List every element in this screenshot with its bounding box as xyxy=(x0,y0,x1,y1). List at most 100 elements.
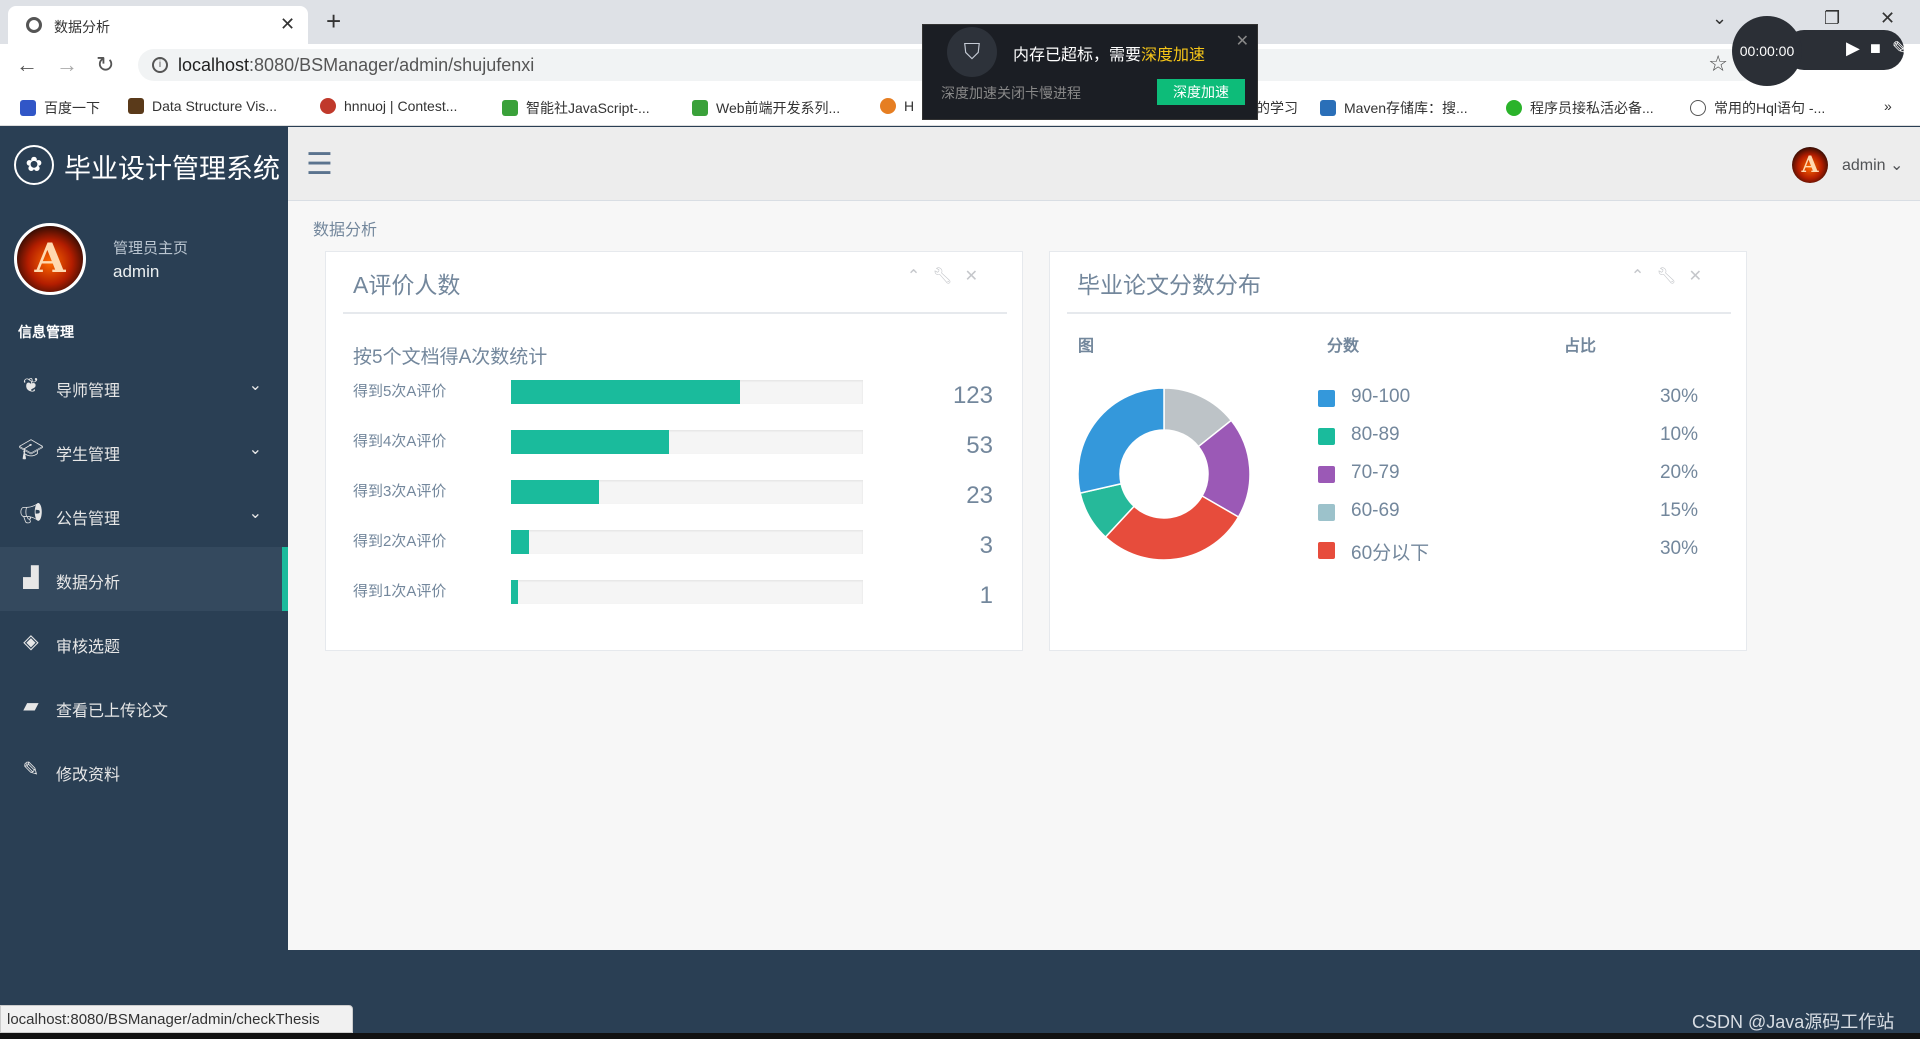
sidebar-item-announcement-management[interactable]: 📢︎ 公告管理 ⌄ xyxy=(0,483,288,547)
recorder-controls: ▶ ■ ✎ xyxy=(1784,30,1907,70)
legend-label: 60分以下 xyxy=(1351,543,1430,564)
legend-swatch xyxy=(1318,466,1335,483)
bookmark-favicon xyxy=(692,100,708,116)
watermark: CSDN @Java源码工作站 xyxy=(1692,1012,1895,1032)
legend-label: 80-89 xyxy=(1351,424,1400,445)
sidebar-item-view-theses[interactable]: ▰ 查看已上传论文 xyxy=(0,675,288,739)
score-distribution-panel: 毕业论文分数分布 ⌃🔧︎✕ 图 分数 占比 90-100 30% 80-89 10% 7… xyxy=(1049,251,1747,651)
close-icon[interactable]: ✕ xyxy=(1236,31,1249,51)
close-icon[interactable]: ✕ xyxy=(965,268,990,285)
bookmark-item[interactable]: 百度一下 xyxy=(20,98,100,118)
a-rating-panel: A评价人数 ⌃🔧︎✕ 按5个文档得A次数统计 得到5次A评价 123 得到4次A评价… xyxy=(325,251,1023,651)
legend-percent: 10% xyxy=(1659,424,1698,445)
bookmark-item[interactable]: Data Structure Vis... xyxy=(128,98,277,114)
bookmark-star-icon[interactable]: ☆ xyxy=(1708,51,1728,77)
chevron-down-icon: ⌄ xyxy=(248,377,262,394)
bar-label: 得到3次A评价 xyxy=(353,483,447,500)
more-bookmarks-icon[interactable]: » xyxy=(1884,98,1892,114)
collapse-icon[interactable]: ⌃ xyxy=(1631,268,1656,285)
url-text: localhost:8080/BSManager/admin/shujufenx… xyxy=(178,55,535,75)
bookmark-item[interactable]: Web前端开发系列... xyxy=(692,98,840,118)
wrench-icon[interactable]: 🔧︎ xyxy=(1656,268,1688,285)
side-menu: ❦ 导师管理 ⌄ 🎓︎ 学生管理 ⌄ 📢︎ 公告管理 ⌄ ▟ 数据分析 ◈ 审核… xyxy=(0,355,288,803)
bar-fill xyxy=(511,530,529,554)
bar-value: 123 xyxy=(952,382,993,409)
play-icon[interactable]: ▶ xyxy=(1846,38,1860,59)
bookmark-item[interactable]: Maven存储库：搜... xyxy=(1320,98,1468,118)
panel-tools: ⌃🔧︎✕ xyxy=(907,266,990,286)
sidebar-item-label: 查看已上传论文 xyxy=(56,703,169,720)
sidebar: ✿ 毕业设计管理系统 A 管理员主页 admin 信息管理 ❦ 导师管理 ⌄ 🎓… xyxy=(0,127,288,1039)
bar-value: 3 xyxy=(979,532,993,559)
brand[interactable]: ✿ 毕业设计管理系统 xyxy=(0,127,288,203)
profile: A 管理员主页 admin xyxy=(0,223,288,303)
bookmark-item[interactable]: 的学习 xyxy=(1256,98,1298,118)
bar-label: 得到5次A评价 xyxy=(353,383,447,400)
site-info-icon[interactable]: i xyxy=(152,57,168,73)
tab-title: 数据分析 xyxy=(54,19,110,35)
legend-label: 90-100 xyxy=(1351,386,1411,407)
bullhorn-icon: 📢︎ xyxy=(18,503,44,525)
main-content: 数据分析 A评价人数 ⌃🔧︎✕ 按5个文档得A次数统计 得到5次A评价 123 得到… xyxy=(288,201,1920,950)
forward-icon[interactable]: → xyxy=(56,52,78,78)
legend-label: 60-69 xyxy=(1351,500,1400,521)
menu-toggle-icon[interactable]: ☰ xyxy=(306,147,333,182)
bar-track xyxy=(511,530,863,554)
sidebar-item-label: 导师管理 xyxy=(56,383,121,400)
bar-track xyxy=(511,430,863,454)
sidebar-item-review-topics[interactable]: ◈ 审核选题 xyxy=(0,611,288,675)
tab-search-icon[interactable]: ⌄ xyxy=(1712,8,1727,29)
footer xyxy=(288,950,1920,1039)
legend-percent: 30% xyxy=(1659,538,1698,559)
bookmark-favicon xyxy=(502,100,518,116)
legend-swatch xyxy=(1318,428,1335,445)
bookmark-favicon xyxy=(128,98,144,114)
donut-slice xyxy=(1078,388,1165,495)
globe-icon xyxy=(26,17,42,33)
sidebar-item-edit-profile[interactable]: ✎ 修改资料 xyxy=(0,739,288,803)
sidebar-item-teacher-management[interactable]: ❦ 导师管理 ⌄ xyxy=(0,355,288,419)
recorder-timer: 00:00:00 xyxy=(1732,16,1802,86)
bookmark-item[interactable]: 程序员接私活必备... xyxy=(1506,98,1654,118)
accelerate-button[interactable]: 深度加速 xyxy=(1157,79,1245,105)
sidebar-item-student-management[interactable]: 🎓︎ 学生管理 ⌄ xyxy=(0,419,288,483)
close-tab-icon[interactable]: ✕ xyxy=(280,14,295,35)
user-avatar[interactable]: A xyxy=(1792,147,1828,183)
breadcrumb: 数据分析 xyxy=(313,222,378,239)
stop-icon[interactable]: ■ xyxy=(1870,38,1881,59)
legend-row: 60-69 15% xyxy=(1318,500,1698,530)
bar-row: 得到1次A评价 1 xyxy=(353,580,993,620)
panel-title: 毕业论文分数分布 xyxy=(1077,272,1261,298)
site-title: 毕业设计管理系统 xyxy=(64,154,280,184)
pen-icon[interactable]: ✎ xyxy=(1892,38,1907,59)
user-dropdown[interactable]: admin ⌄ xyxy=(1842,155,1903,175)
browser-tab[interactable]: 数据分析 ✕ xyxy=(8,6,308,44)
back-icon[interactable]: ← xyxy=(16,52,38,78)
taskbar xyxy=(0,1033,1920,1039)
reload-icon[interactable]: ↻ xyxy=(96,52,114,78)
legend-label: 70-79 xyxy=(1351,462,1400,483)
folder-open-icon: ▰ xyxy=(23,695,39,717)
divider xyxy=(343,312,1007,314)
avatar: A xyxy=(14,223,86,295)
bar-value: 23 xyxy=(966,482,993,509)
bookmark-item[interactable]: H xyxy=(880,98,914,114)
tags-icon: ◈ xyxy=(23,631,39,653)
bar-track xyxy=(511,380,863,404)
bookmark-item[interactable]: hnnuoj | Contest... xyxy=(320,98,457,114)
new-tab-icon[interactable]: + xyxy=(326,6,341,37)
bookmark-item[interactable]: 常用的Hql语句 -... xyxy=(1690,98,1825,118)
close-icon[interactable]: ✕ xyxy=(1689,268,1714,285)
sidebar-item-label: 审核选题 xyxy=(56,639,121,656)
header-score: 分数 xyxy=(1327,338,1360,355)
legend-swatch xyxy=(1318,390,1335,407)
sidebar-item-data-analysis[interactable]: ▟ 数据分析 xyxy=(0,547,288,611)
edit-icon: ✎ xyxy=(22,759,40,781)
menu-section-title: 信息管理 xyxy=(18,324,74,340)
bar-fill xyxy=(511,380,740,404)
bar-row: 得到5次A评价 123 xyxy=(353,380,993,420)
wrench-icon[interactable]: 🔧︎ xyxy=(932,268,964,285)
bookmark-item[interactable]: 智能社JavaScript-... xyxy=(502,98,650,118)
collapse-icon[interactable]: ⌃ xyxy=(907,268,932,285)
sidebar-item-label: 公告管理 xyxy=(56,511,121,528)
